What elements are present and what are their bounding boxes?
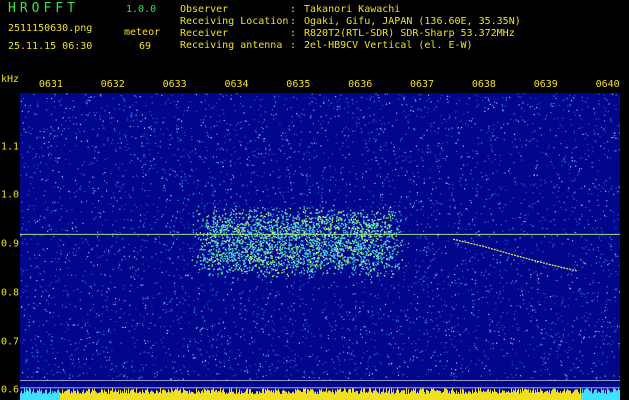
spectrogram-svg bbox=[20, 93, 620, 400]
y-tick-label: 0.8 bbox=[1, 287, 20, 299]
app-title: HROFFT bbox=[8, 1, 79, 16]
location-separator: : bbox=[290, 16, 297, 27]
antenna-label: Receiving antenna bbox=[180, 40, 283, 51]
timestamp: 25.11.15 06:30 bbox=[8, 41, 93, 52]
observer-separator: : bbox=[290, 4, 297, 15]
location-value: Ogaki, Gifu, JAPAN (136.60E, 35.35N) bbox=[304, 16, 521, 27]
y-tick-label: 1.1 bbox=[1, 141, 20, 153]
y-tick-label: 0.9 bbox=[1, 238, 20, 250]
spectrogram-plot bbox=[20, 93, 620, 400]
x-tick-label: 0637 bbox=[410, 79, 435, 90]
antenna-value: 2el-HB9CV Vertical (el. E-W) bbox=[304, 40, 473, 51]
y-tick-label: 0.6 bbox=[1, 384, 20, 396]
receiver-value: R820T2(RTL-SDR) SDR-Sharp 53.372MHz bbox=[304, 28, 515, 39]
x-tick-label: 0632 bbox=[100, 79, 125, 90]
x-tick-label: 0631 bbox=[38, 79, 63, 90]
x-tick-label: 0634 bbox=[224, 79, 249, 90]
x-tick-label: 0635 bbox=[286, 79, 311, 90]
app-version: 1.0.0 bbox=[126, 4, 157, 15]
file-name: 2511150630.png bbox=[8, 23, 93, 34]
receiver-label: Receiver bbox=[180, 28, 229, 39]
x-tick-label: 0640 bbox=[595, 79, 620, 90]
observer-value: Takanori Kawachi bbox=[304, 4, 401, 15]
x-tick-label: 0636 bbox=[348, 79, 373, 90]
receiver-separator: : bbox=[290, 28, 297, 39]
amplitude-bar bbox=[20, 388, 620, 400]
x-tick-label: 0639 bbox=[533, 79, 558, 90]
x-tick-label: 0633 bbox=[162, 79, 187, 90]
y-tick-label: 0.7 bbox=[1, 336, 20, 348]
antenna-separator: : bbox=[290, 40, 297, 51]
noise-layer bbox=[20, 93, 620, 382]
meteor-trail bbox=[452, 238, 577, 272]
x-tick-label: 0638 bbox=[471, 79, 496, 90]
meteor-count: 69 bbox=[139, 41, 152, 52]
y-axis-unit: kHz bbox=[1, 74, 20, 85]
location-label: Receiving Location bbox=[180, 16, 289, 27]
meteor-label: meteor bbox=[124, 27, 161, 38]
y-tick-label: 1.0 bbox=[1, 189, 20, 201]
observer-label: Observer bbox=[180, 4, 229, 15]
